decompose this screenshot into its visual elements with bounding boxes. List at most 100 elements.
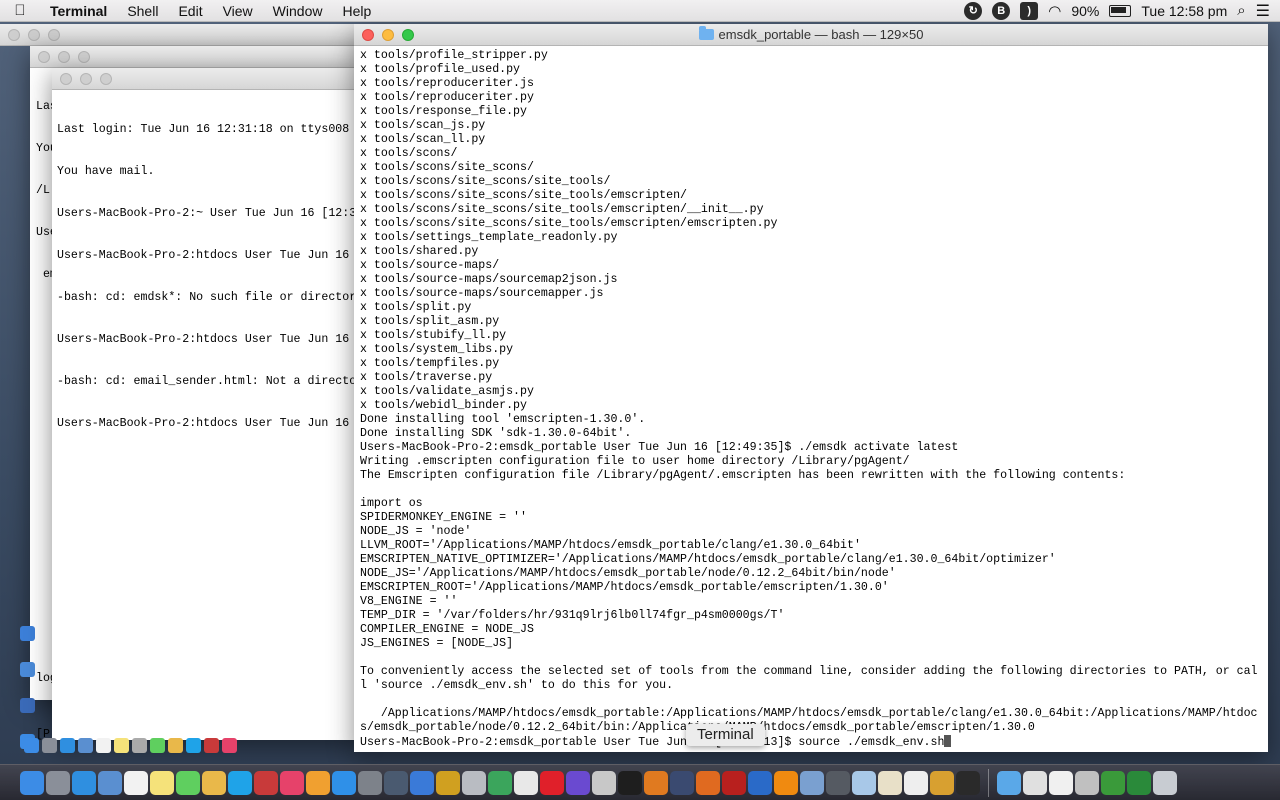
- close-button[interactable]: [38, 51, 50, 63]
- terminal-line: x tools/reproduceriter.py: [360, 91, 534, 104]
- app-store-icon[interactable]: [332, 770, 356, 795]
- notes-icon[interactable]: [150, 770, 174, 795]
- stack-icon[interactable]: [1023, 770, 1047, 795]
- battery-icon[interactable]: [1109, 4, 1132, 17]
- console-icon[interactable]: [956, 770, 980, 795]
- firefox-icon[interactable]: [696, 770, 720, 795]
- background-window-top: [0, 24, 360, 46]
- photo-booth-icon[interactable]: [254, 770, 278, 795]
- terminal-line: Users-MacBook-Pro-2:htdocs User Tue Jun …: [57, 249, 350, 262]
- bbedit-icon[interactable]: [670, 770, 694, 795]
- tools-icon[interactable]: [644, 770, 668, 795]
- page-icon[interactable]: [904, 770, 928, 795]
- archive-icon[interactable]: [592, 770, 616, 795]
- filezilla-icon[interactable]: [722, 770, 746, 795]
- terminal-line: x tools/scan_ll.py: [360, 133, 486, 146]
- xcode-icon[interactable]: [410, 770, 434, 795]
- bbedit-status-icon[interactable]: B: [992, 1, 1011, 20]
- spotlight-search-icon[interactable]: ⌕: [1237, 2, 1245, 19]
- terminal-line: import os: [360, 497, 423, 510]
- document-stack-icon[interactable]: [1049, 770, 1073, 795]
- document-icon[interactable]: [514, 770, 538, 795]
- filezilla-icon[interactable]: [436, 770, 460, 795]
- edge-icon[interactable]: [748, 770, 772, 795]
- safari-icon[interactable]: [72, 770, 96, 795]
- menu-window[interactable]: Window: [263, 0, 333, 22]
- apple-icon[interactable]: : [0, 2, 40, 19]
- sync-status-icon[interactable]: ↻: [964, 1, 983, 20]
- main-window-titlebar[interactable]: emsdk_portable — bash — 129×50: [354, 24, 1268, 46]
- menu-help[interactable]: Help: [332, 0, 381, 22]
- main-terminal-output[interactable]: x tools/profile_stripper.py x tools/profi…: [354, 46, 1268, 749]
- audio-status-icon[interactable]: ): [1020, 1, 1039, 20]
- utilities-icon[interactable]: [384, 770, 408, 795]
- zoom-button[interactable]: [100, 73, 112, 85]
- calendar-icon[interactable]: [124, 770, 148, 795]
- script-icon[interactable]: [878, 770, 902, 795]
- terminal-line: You have mail.: [57, 165, 155, 178]
- notification-center-icon[interactable]: ☰: [1256, 1, 1270, 21]
- clock[interactable]: Tue 12:58 pm: [1141, 3, 1227, 19]
- monitor-icon[interactable]: [1127, 770, 1151, 795]
- zoom-button[interactable]: [78, 51, 90, 63]
- terminal-line: Users-MacBook-Pro-2:~ User Tue Jun 16 [1…: [57, 207, 357, 220]
- terminal-line: x tools/source-maps/sourcemapper.js: [360, 287, 604, 300]
- dock: [0, 764, 1280, 800]
- mid-window-titlebar[interactable]: [52, 68, 360, 90]
- mid-terminal-output[interactable]: Last login: Tue Jun 16 12:31:18 on ttys0…: [52, 90, 360, 464]
- box-icon[interactable]: [852, 770, 876, 795]
- chrome-icon[interactable]: [488, 770, 512, 795]
- terminal-line: Users-MacBook-Pro-2:emsdk_portable User …: [360, 441, 959, 454]
- photos-icon[interactable]: [202, 770, 226, 795]
- terminal-line: x tools/stubify_ll.py: [360, 329, 507, 342]
- minimize-button[interactable]: [58, 51, 70, 63]
- messages-icon[interactable]: [176, 770, 200, 795]
- opera-icon[interactable]: [540, 770, 564, 795]
- preview-icon[interactable]: [98, 770, 122, 795]
- imovie-icon[interactable]: [566, 770, 590, 795]
- help-icon[interactable]: [826, 770, 850, 795]
- terminal-line: JS_ENGINES = [NODE_JS]: [360, 637, 514, 650]
- terminal-line: The Emscripten configuration file /Libra…: [360, 469, 1126, 482]
- screenshot-icon[interactable]: [1075, 770, 1099, 795]
- dock-tooltip: Terminal: [686, 724, 765, 746]
- launchpad-icon[interactable]: [46, 770, 70, 795]
- menu-view[interactable]: View: [213, 0, 263, 22]
- finder-icon[interactable]: [20, 770, 44, 795]
- terminal-line: NODE_JS='/Applications/MAMP/htdocs/emsdk…: [360, 567, 896, 580]
- green-app-icon[interactable]: [1101, 770, 1125, 795]
- trash-icon[interactable]: [1153, 770, 1177, 795]
- screen-icon[interactable]: [800, 770, 824, 795]
- minimize-button[interactable]: [80, 73, 92, 85]
- vlc-icon[interactable]: [774, 770, 798, 795]
- terminal-icon[interactable]: [618, 770, 642, 795]
- terminal-line: Users-MacBook-Pro-2:emsdk_portable User …: [360, 735, 1262, 749]
- terminal-line: x tools/split_asm.py: [360, 315, 500, 328]
- tool-icon[interactable]: [930, 770, 954, 795]
- menu-edit[interactable]: Edit: [168, 0, 212, 22]
- back-window-titlebar[interactable]: [30, 46, 360, 68]
- wifi-icon[interactable]: ◠: [1048, 2, 1061, 20]
- main-terminal-window[interactable]: emsdk_portable — bash — 129×50 x tools/p…: [354, 24, 1268, 752]
- background-icon-strip: [20, 626, 35, 749]
- menu-shell[interactable]: Shell: [117, 0, 168, 22]
- folder-icon[interactable]: [997, 770, 1021, 795]
- close-button[interactable]: [60, 73, 72, 85]
- terminal-line: x tools/scons/site_scons/site_tools/emsc…: [360, 203, 764, 216]
- disk-utility-icon[interactable]: [462, 770, 486, 795]
- menu-app-name[interactable]: Terminal: [40, 0, 117, 22]
- terminal-line: x tools/webidl_binder.py: [360, 399, 527, 412]
- skype-icon[interactable]: [228, 770, 252, 795]
- battery-percent[interactable]: 90%: [1071, 3, 1099, 19]
- text-cursor: [944, 735, 952, 747]
- mid-terminal-window[interactable]: Last login: Tue Jun 16 12:31:18 on ttys0…: [52, 68, 360, 740]
- terminal-line: NODE_JS = 'node': [360, 525, 472, 538]
- itunes-icon[interactable]: [280, 770, 304, 795]
- terminal-line: x tools/system_libs.py: [360, 343, 514, 356]
- terminal-line: x tools/settings_template_readonly.py: [360, 231, 618, 244]
- ibooks-icon[interactable]: [306, 770, 330, 795]
- terminal-line: x tools/profile_used.py: [360, 63, 521, 76]
- terminal-line: x tools/tempfiles.py: [360, 357, 500, 370]
- terminal-line: -bash: cd: emdsk*: No such file or direc…: [57, 291, 357, 304]
- system-preferences-icon[interactable]: [358, 770, 382, 795]
